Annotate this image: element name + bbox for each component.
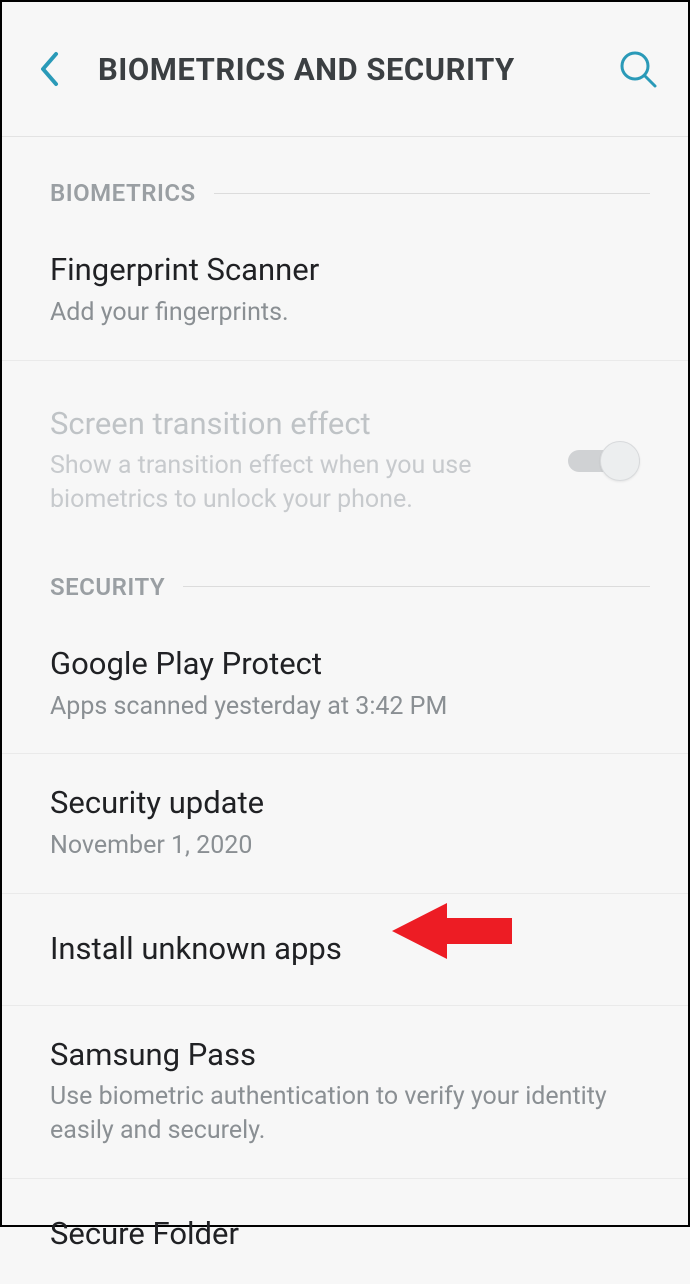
toggle-switch (568, 441, 640, 481)
section-label: BIOMETRICS (50, 179, 196, 207)
item-google-play-protect[interactable]: Google Play Protect Apps scanned yesterd… (2, 601, 688, 755)
item-title: Install unknown apps (50, 930, 640, 969)
settings-list: BIOMETRICS Fingerprint Scanner Add your … (2, 137, 688, 1284)
toggle-thumb (600, 441, 640, 481)
app-header: BIOMETRICS AND SECURITY (2, 2, 688, 137)
item-install-unknown-apps[interactable]: Install unknown apps (2, 894, 688, 1006)
search-icon[interactable] (618, 49, 658, 89)
item-fingerprint-scanner[interactable]: Fingerprint Scanner Add your fingerprint… (2, 207, 688, 361)
item-subtitle: Show a transition effect when you use bi… (50, 449, 544, 517)
item-title: Secure Folder (50, 1215, 640, 1254)
item-samsung-pass[interactable]: Samsung Pass Use biometric authenticatio… (2, 1006, 688, 1179)
divider (214, 193, 650, 194)
item-subtitle: Apps scanned yesterday at 3:42 PM (50, 690, 640, 724)
item-title: Fingerprint Scanner (50, 251, 640, 290)
item-security-update[interactable]: Security update November 1, 2020 (2, 754, 688, 894)
item-title: Security update (50, 784, 640, 823)
back-icon[interactable] (38, 51, 60, 87)
section-label: SECURITY (50, 573, 165, 601)
section-header-biometrics: BIOMETRICS (2, 137, 688, 207)
divider (183, 586, 650, 587)
item-screen-transition-effect: Screen transition effect Show a transiti… (2, 361, 688, 553)
item-subtitle: Add your fingerprints. (50, 296, 640, 330)
item-title: Samsung Pass (50, 1036, 640, 1075)
item-title: Screen transition effect (50, 405, 544, 444)
item-title: Google Play Protect (50, 645, 640, 684)
section-header-security: SECURITY (2, 553, 688, 601)
page-title: BIOMETRICS AND SECURITY (98, 51, 618, 88)
item-subtitle: Use biometric authentication to verify y… (50, 1080, 640, 1148)
item-subtitle: November 1, 2020 (50, 829, 640, 863)
item-secure-folder[interactable]: Secure Folder (2, 1179, 688, 1284)
